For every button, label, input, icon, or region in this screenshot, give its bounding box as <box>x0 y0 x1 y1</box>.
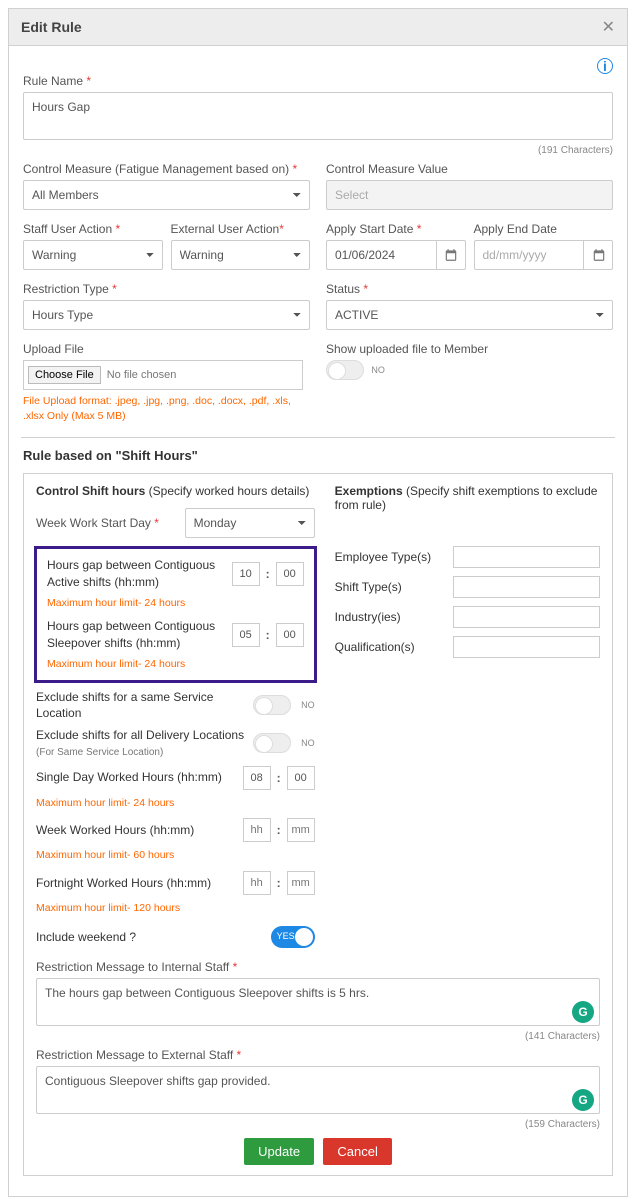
msg-external-label: Restriction Message to External Staff * <box>36 1048 600 1062</box>
highlighted-gap-box: Hours gap between Contiguous Active shif… <box>34 546 317 682</box>
status-label: Status * <box>326 282 613 296</box>
staff-action-label: Staff User Action * <box>23 222 163 236</box>
cancel-button[interactable]: Cancel <box>323 1138 391 1165</box>
gap-sleep-mm[interactable] <box>276 623 304 647</box>
rule-name-label: Rule Name * <box>23 74 613 88</box>
qualifications-input[interactable] <box>453 636 600 658</box>
control-measure-value-select: Select <box>326 180 613 210</box>
calendar-icon[interactable] <box>583 240 613 270</box>
employee-type-input[interactable] <box>453 546 600 568</box>
fortnight-label: Fortnight Worked Hours (hh:mm) <box>36 875 237 891</box>
msg-internal-input[interactable]: The hours gap between Contiguous Sleepov… <box>36 978 600 1026</box>
section-title: Rule based on "Shift Hours" <box>23 448 613 463</box>
rule-name-counter: (191 Characters) <box>23 145 613 156</box>
industries-input[interactable] <box>453 606 600 628</box>
grammarly-icon[interactable]: G <box>572 1001 594 1023</box>
close-icon[interactable]: ✕ <box>602 17 615 37</box>
control-measure-value-label: Control Measure Value <box>326 162 613 176</box>
info-icon[interactable]: i <box>597 58 613 74</box>
exemptions-header: Exemptions (Specify shift exemptions to … <box>335 484 600 512</box>
excl-same-loc-label: Exclude shifts for a same Service Locati… <box>36 689 247 721</box>
status-select[interactable]: ACTIVE <box>326 300 613 330</box>
week-start-label: Week Work Start Day * <box>36 516 169 530</box>
single-day-hh[interactable] <box>243 766 271 790</box>
gap-sleep-note: Maximum hour limit- 24 hours <box>47 657 304 672</box>
upload-label: Upload File <box>23 342 310 356</box>
show-uploaded-toggle[interactable] <box>326 360 364 380</box>
msg-external-counter: (159 Characters) <box>36 1119 600 1130</box>
gap-active-label: Hours gap between Contiguous Active shif… <box>47 557 226 589</box>
choose-file-button[interactable]: Choose File <box>28 366 101 384</box>
staff-action-select[interactable]: Warning <box>23 240 163 270</box>
gap-active-note: Maximum hour limit- 24 hours <box>47 596 304 611</box>
control-measure-select[interactable]: All Members <box>23 180 310 210</box>
gap-active-mm[interactable] <box>276 562 304 586</box>
apply-end-label: Apply End Date <box>474 222 614 236</box>
shift-type-input[interactable] <box>453 576 600 598</box>
single-day-label: Single Day Worked Hours (hh:mm) <box>36 769 237 785</box>
week-start-select[interactable]: Monday <box>185 508 315 538</box>
week-worked-note: Maximum hour limit- 60 hours <box>36 848 315 863</box>
industries-label: Industry(ies) <box>335 610 445 624</box>
fortnight-hh[interactable] <box>243 871 271 895</box>
week-worked-label: Week Worked Hours (hh:mm) <box>36 822 237 838</box>
gap-active-hh[interactable] <box>232 562 260 586</box>
upload-hint: File Upload format: .jpeg, .jpg, .png, .… <box>23 394 303 423</box>
qualifications-label: Qualification(s) <box>335 640 445 654</box>
msg-internal-counter: (141 Characters) <box>36 1031 600 1042</box>
modal-title: Edit Rule <box>21 19 82 35</box>
single-day-note: Maximum hour limit- 24 hours <box>36 796 315 811</box>
control-shift-header: Control Shift hours (Specify worked hour… <box>36 484 315 498</box>
excl-all-loc-toggle[interactable] <box>253 733 291 753</box>
modal-body: i Rule Name * Hours Gap (191 Characters)… <box>9 46 627 1196</box>
external-action-label: External User Action* <box>171 222 311 236</box>
file-input[interactable]: Choose File No file chosen <box>23 360 303 390</box>
rule-name-input[interactable]: Hours Gap <box>23 92 613 140</box>
fortnight-mm[interactable] <box>287 871 315 895</box>
apply-start-label: Apply Start Date * <box>326 222 466 236</box>
restriction-type-select[interactable]: Hours Type <box>23 300 310 330</box>
shift-hours-panel: Control Shift hours (Specify worked hour… <box>23 473 613 1175</box>
week-worked-mm[interactable] <box>287 818 315 842</box>
week-worked-hh[interactable] <box>243 818 271 842</box>
update-button[interactable]: Update <box>244 1138 314 1165</box>
show-uploaded-state: NO <box>371 365 385 375</box>
gap-sleep-label: Hours gap between Contiguous Sleepover s… <box>47 618 226 650</box>
modal-header: Edit Rule ✕ <box>9 9 627 46</box>
single-day-mm[interactable] <box>287 766 315 790</box>
employee-type-label: Employee Type(s) <box>335 550 445 564</box>
include-weekend-toggle[interactable]: YES <box>271 926 315 948</box>
control-measure-label: Control Measure (Fatigue Management base… <box>23 162 310 176</box>
fortnight-note: Maximum hour limit- 120 hours <box>36 901 315 916</box>
calendar-icon[interactable] <box>436 240 466 270</box>
no-file-text: No file chosen <box>107 369 177 381</box>
show-uploaded-label: Show uploaded file to Member <box>326 342 613 356</box>
restriction-type-label: Restriction Type * <box>23 282 310 296</box>
msg-internal-label: Restriction Message to Internal Staff * <box>36 960 600 974</box>
grammarly-icon[interactable]: G <box>572 1089 594 1111</box>
gap-sleep-hh[interactable] <box>232 623 260 647</box>
edit-rule-modal: Edit Rule ✕ i Rule Name * Hours Gap (191… <box>8 8 628 1197</box>
shift-type-label: Shift Type(s) <box>335 580 445 594</box>
msg-external-input[interactable]: Contiguous Sleepover shifts gap provided… <box>36 1066 600 1114</box>
external-action-select[interactable]: Warning <box>171 240 311 270</box>
excl-all-loc-label: Exclude shifts for all Delivery Location… <box>36 727 247 760</box>
excl-same-loc-toggle[interactable] <box>253 695 291 715</box>
include-weekend-label: Include weekend ? <box>36 929 265 945</box>
